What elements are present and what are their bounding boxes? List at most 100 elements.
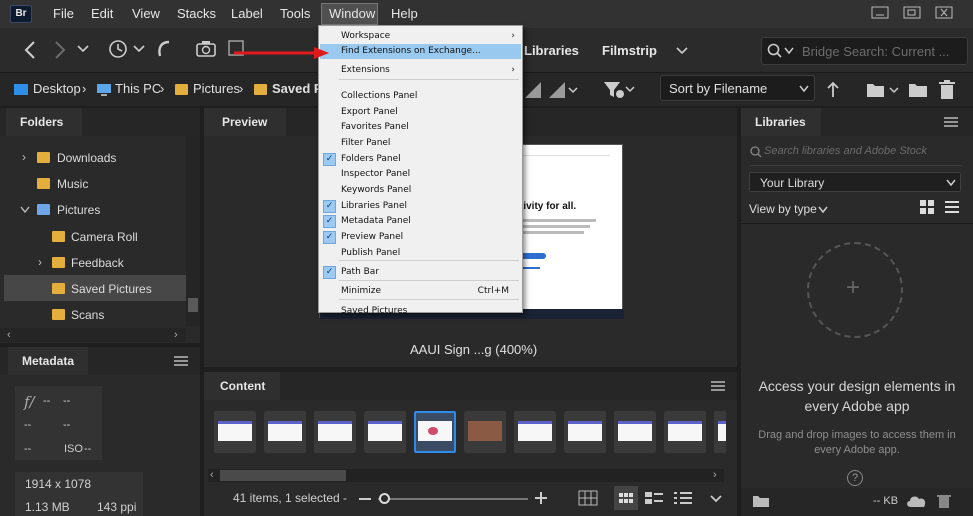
menu-edit[interactable]: Edit [91,6,113,21]
folder-item-downloads[interactable]: Downloads [57,151,116,165]
panel-menu-icon[interactable] [711,381,725,391]
folders-scrollbar[interactable] [186,136,200,326]
thumbnail-size-slider[interactable] [378,498,528,500]
sort-dropdown[interactable]: Sort by Filename [660,75,815,101]
content-thumbnail[interactable] [214,411,256,453]
workspace-filmstrip[interactable]: Filmstrip [602,43,657,58]
open-recent-folder-icon[interactable] [866,81,900,99]
zoom-in-icon[interactable] [534,491,548,505]
slider-handle[interactable] [379,493,390,504]
generate-previews-icon[interactable] [548,81,578,99]
grid-lock-icon[interactable] [578,490,598,506]
list-view-icon[interactable] [945,200,959,214]
content-thumbnail[interactable] [414,411,456,453]
content-thumbnail[interactable] [264,411,306,453]
chevron-down-icon[interactable] [77,44,89,54]
content-thumbnail[interactable] [714,411,726,453]
content-thumbnail[interactable] [364,411,406,453]
preview-tab[interactable]: Preview [204,108,286,136]
view-by-type-dropdown[interactable]: View by type [749,202,817,216]
menu-label[interactable]: Label [231,6,263,21]
menu-tools[interactable]: Tools [280,6,310,21]
restore-window-icon[interactable] [902,4,922,22]
content-tab[interactable]: Content [204,372,280,400]
expand-arrow-icon[interactable]: › [38,255,42,269]
view-thumbnails-button[interactable] [614,486,638,510]
forward-icon[interactable] [52,40,68,60]
folders-tab[interactable]: Folders [6,108,82,136]
back-icon[interactable] [22,40,38,60]
panel-menu-icon[interactable] [944,117,958,127]
recent-history-icon[interactable] [107,38,131,60]
expand-arrow-icon[interactable]: › [22,150,26,164]
content-thumbnail[interactable] [514,411,556,453]
window-menu-item[interactable]: ✓ Folders Panel [320,152,521,167]
chevron-down-icon[interactable] [784,47,794,55]
window-menu-item[interactable]: Favorites Panel [320,120,521,135]
window-menu-item[interactable]: Workspace › [320,29,521,44]
crumb-this-pc[interactable]: This PC [115,81,161,96]
collapse-arrow-icon[interactable] [20,206,30,214]
folder-item-music[interactable]: Music [57,177,88,191]
chevron-down-icon[interactable] [710,494,722,504]
help-icon[interactable]: ? [847,470,863,486]
content-thumbnail[interactable] [664,411,706,453]
window-menu-item[interactable]: ✓ Preview Panel [320,230,521,245]
menu-stacks[interactable]: Stacks [177,6,216,21]
window-menu-item[interactable]: Collections Panel [320,89,521,104]
thumbnail-quality-icon[interactable] [524,81,542,99]
content-thumbnail[interactable] [564,411,606,453]
window-menu-item[interactable]: Minimize Ctrl+M [320,284,521,299]
menu-help[interactable]: Help [391,6,418,21]
content-thumbnail[interactable] [314,411,356,453]
close-window-icon[interactable] [934,4,954,22]
window-menu-item[interactable]: ✓ Metadata Panel [320,214,521,229]
libraries-search-input[interactable]: Search libraries and Adobe Stock [764,145,927,157]
grid-view-icon[interactable] [920,200,934,214]
sort-ascending-icon[interactable] [827,81,839,99]
add-to-library-drop-zone[interactable]: + [807,242,903,338]
content-hscrollbar[interactable]: ‹ › [208,469,724,482]
folder-item-pictures[interactable]: Pictures [57,203,100,217]
bridge-search-input[interactable]: Bridge Search: Current ... [761,37,968,65]
window-menu-item[interactable]: Saved Pictures [320,304,521,319]
camera-icon[interactable] [196,40,218,58]
folder-item-scans[interactable]: Scans [71,308,104,322]
window-menu-item[interactable]: Inspector Panel [320,167,521,182]
window-menu-item[interactable]: Filter Panel [320,136,521,151]
window-menu-item[interactable]: Find Extensions on Exchange... [320,44,521,59]
crumb-desktop[interactable]: Desktop [33,81,81,96]
content-thumbnail[interactable] [464,411,506,453]
minimize-window-icon[interactable] [870,4,890,22]
library-select[interactable]: Your Library [749,172,961,192]
metadata-tab[interactable]: Metadata [8,347,88,375]
panel-menu-icon[interactable] [174,356,188,366]
delete-icon[interactable] [937,493,951,509]
workspace-libraries[interactable]: Libraries [524,43,579,58]
window-menu-item[interactable]: Extensions › [320,63,521,78]
folder-item-camera-roll[interactable]: Camera Roll [71,230,138,244]
zoom-out-icon[interactable] [359,498,371,500]
workspace-more-icon[interactable] [676,46,688,56]
library-folder-icon[interactable] [752,494,770,508]
window-menu-item[interactable]: Publish Panel [320,246,521,261]
window-menu-item[interactable]: ✓ Path Bar [320,265,521,280]
new-folder-icon[interactable] [908,81,928,99]
folder-item-saved-pictures[interactable]: Saved Pictures [71,282,152,296]
window-menu-item[interactable]: ✓ Libraries Panel [320,199,521,214]
crumb-saved-pictures[interactable]: Saved P [272,81,323,96]
menu-file[interactable]: File [53,6,74,21]
menu-window[interactable]: Window [329,6,375,21]
window-menu-item[interactable]: Keywords Panel [320,183,521,198]
delete-icon[interactable] [938,80,956,100]
filter-icon[interactable] [603,80,635,100]
chevron-down-icon[interactable] [133,44,145,54]
view-details-icon[interactable] [644,491,664,505]
crumb-pictures[interactable]: Pictures [193,81,240,96]
boomerang-icon[interactable] [153,38,173,60]
libraries-tab[interactable]: Libraries [741,108,821,136]
folder-item-feedback[interactable]: Feedback [71,256,124,270]
menu-view[interactable]: View [132,6,160,21]
view-list-icon[interactable] [673,491,693,505]
folders-hscrollbar[interactable]: ‹ › [0,328,186,342]
